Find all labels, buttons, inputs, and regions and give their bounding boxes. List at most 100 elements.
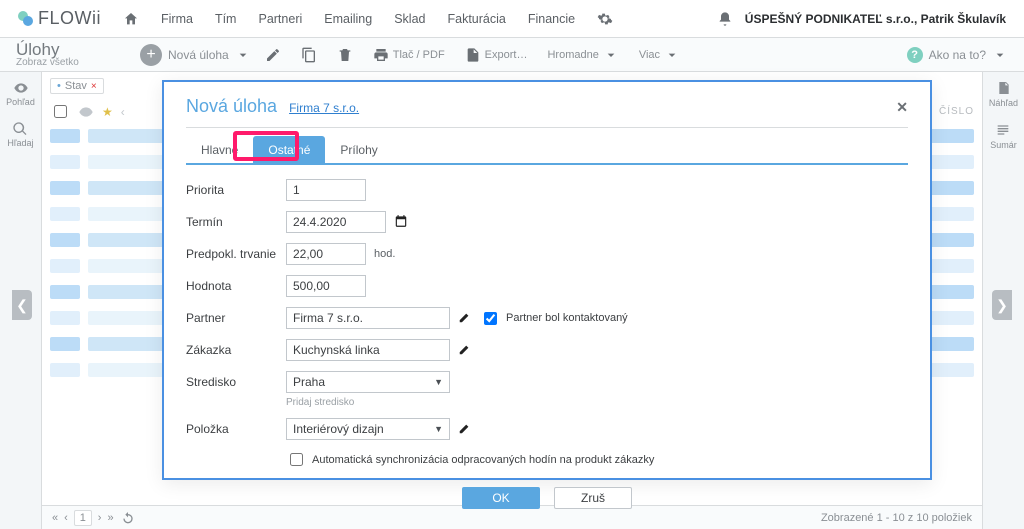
pager: « ‹ 1 › » (52, 510, 136, 526)
select-stredisko[interactable]: Praha▼ (286, 371, 450, 393)
scroll-right-button[interactable]: ❯ (992, 290, 1012, 320)
logo-mark-icon (18, 11, 34, 27)
partner-contacted-checkbox[interactable]: Partner bol kontaktovaný (480, 309, 628, 328)
edit-polozka-icon[interactable] (458, 421, 472, 438)
nav-sklad[interactable]: Sklad (394, 12, 425, 26)
page-title: Úlohy (16, 41, 126, 58)
checkbox-contacted[interactable] (484, 312, 497, 325)
new-task-button[interactable]: + Nová úloha (140, 44, 251, 66)
pager-last[interactable]: » (107, 512, 113, 524)
tab-prilohy[interactable]: Prílohy (325, 136, 392, 163)
nav-fakturacia[interactable]: Fakturácia (447, 12, 505, 26)
nav-firma[interactable]: Firma (161, 12, 193, 26)
nav-emailing[interactable]: Emailing (324, 12, 372, 26)
pager-next[interactable]: › (98, 512, 102, 524)
chevron-down-icon (664, 47, 680, 63)
label-zakazka: Zákazka (186, 343, 278, 357)
title-bar: Úlohy Zobraz všetko + Nová úloha Tlač / … (0, 38, 1024, 72)
input-partner[interactable] (286, 307, 450, 329)
edit-zakazka-icon[interactable] (458, 342, 472, 359)
label-stredisko: Stredisko (186, 375, 278, 389)
brand-name: FLOWii (38, 8, 101, 29)
help-button[interactable]: ? Ako na to? (907, 47, 1008, 63)
modal-title: Nová úloha (186, 96, 277, 117)
checkbox-sync[interactable] (290, 453, 303, 466)
print-button[interactable]: Tlač / PDF (373, 47, 445, 63)
gear-icon[interactable] (597, 11, 613, 27)
scroll-left-button[interactable]: ❮ (12, 290, 32, 320)
pager-first[interactable]: « (52, 512, 58, 524)
bulk-button[interactable]: Hromadne (547, 47, 618, 63)
modal-tabs: Hlavné Ostatné Prílohy (164, 128, 930, 163)
page-subtitle: Zobraz všetko (16, 58, 126, 68)
chevron-down-icon[interactable] (235, 47, 251, 63)
select-all-checkbox[interactable] (54, 105, 67, 118)
nav-tim[interactable]: Tím (215, 12, 237, 26)
chevron-down-icon (603, 47, 619, 63)
sync-checkbox[interactable]: Automatická synchronizácia odpracovaných… (286, 450, 654, 469)
modal-form: Priorita Termín Predpokl. trvanie hod. H… (164, 165, 930, 479)
pager-prev[interactable]: ‹ (64, 512, 68, 524)
calendar-icon[interactable] (394, 214, 408, 231)
export-icon (465, 47, 481, 63)
modal-footer: OK Zruš (164, 479, 930, 523)
select-polozka[interactable]: Interiérový dizajn▼ (286, 418, 450, 440)
sidebar-search[interactable]: Hľadaj (7, 121, 33, 148)
edit-partner-icon[interactable] (458, 310, 472, 327)
sidebar-summary[interactable]: Sumár (990, 122, 1017, 150)
top-nav: FLOWii Firma Tím Partneri Emailing Sklad… (0, 0, 1024, 38)
chevron-down-icon (992, 47, 1008, 63)
task-modal: Nová úloha Firma 7 s.r.o. ✕ Hlavné Ostat… (162, 80, 932, 480)
unit-hod: hod. (374, 248, 395, 260)
eye-icon (78, 104, 94, 120)
cancel-button[interactable]: Zruš (554, 487, 632, 509)
close-icon[interactable]: ✕ (896, 99, 908, 116)
account-area[interactable]: ÚSPEŠNÝ PODNIKATEĽ s.r.o., Patrik Škulav… (717, 11, 1006, 27)
filter-tag[interactable]: • Stav × (50, 78, 104, 94)
input-priorita[interactable] (286, 179, 366, 201)
print-icon (373, 47, 389, 63)
sidebar-view[interactable]: Pohľad (6, 80, 35, 107)
export-button[interactable]: Export… (465, 47, 528, 63)
nav-partneri[interactable]: Partneri (258, 12, 302, 26)
star-icon: ★ (102, 105, 113, 119)
close-icon[interactable]: × (91, 81, 97, 92)
plus-icon: + (140, 44, 162, 66)
tab-hlavne[interactable]: Hlavné (186, 136, 253, 163)
bell-icon[interactable] (717, 11, 733, 27)
top-menu: Firma Tím Partneri Emailing Sklad Faktur… (161, 11, 613, 27)
chevron-down-icon: ▼ (434, 377, 443, 387)
chevron-down-icon: ▼ (434, 424, 443, 434)
help-icon: ? (907, 47, 923, 63)
tab-ostatne[interactable]: Ostatné (253, 136, 325, 163)
label-termin: Termín (186, 215, 278, 229)
delete-icon[interactable] (337, 47, 353, 63)
chevron-icon: ‹ (121, 105, 125, 119)
label-trvanie: Predpokl. trvanie (186, 247, 278, 261)
edit-icon[interactable] (265, 47, 281, 63)
new-task-label: Nová úloha (168, 48, 229, 62)
label-priorita: Priorita (186, 183, 278, 197)
sidebar-preview[interactable]: Náhľad (989, 80, 1018, 108)
toolbar: Tlač / PDF Export… Hromadne Viac (265, 47, 680, 63)
refresh-icon[interactable] (120, 510, 136, 526)
more-button[interactable]: Viac (639, 47, 680, 63)
home-icon[interactable] (123, 11, 139, 27)
input-hodnota[interactable] (286, 275, 366, 297)
input-zakazka[interactable] (286, 339, 450, 361)
pager-page[interactable]: 1 (74, 510, 92, 526)
column-number: ČÍSLO (939, 106, 974, 117)
ok-button[interactable]: OK (462, 487, 540, 509)
input-termin[interactable] (286, 211, 386, 233)
modal-header: Nová úloha Firma 7 s.r.o. ✕ (164, 82, 930, 117)
modal-company-link[interactable]: Firma 7 s.r.o. (289, 101, 359, 115)
label-hodnota: Hodnota (186, 279, 278, 293)
account-label: ÚSPEŠNÝ PODNIKATEĽ s.r.o., Patrik Škulav… (745, 12, 1006, 26)
copy-icon[interactable] (301, 47, 317, 63)
label-polozka: Položka (186, 422, 278, 436)
hint-stredisko[interactable]: Pridaj stredisko (286, 397, 908, 408)
label-partner: Partner (186, 311, 278, 325)
nav-financie[interactable]: Financie (528, 12, 575, 26)
logo[interactable]: FLOWii (18, 8, 101, 29)
input-trvanie[interactable] (286, 243, 366, 265)
